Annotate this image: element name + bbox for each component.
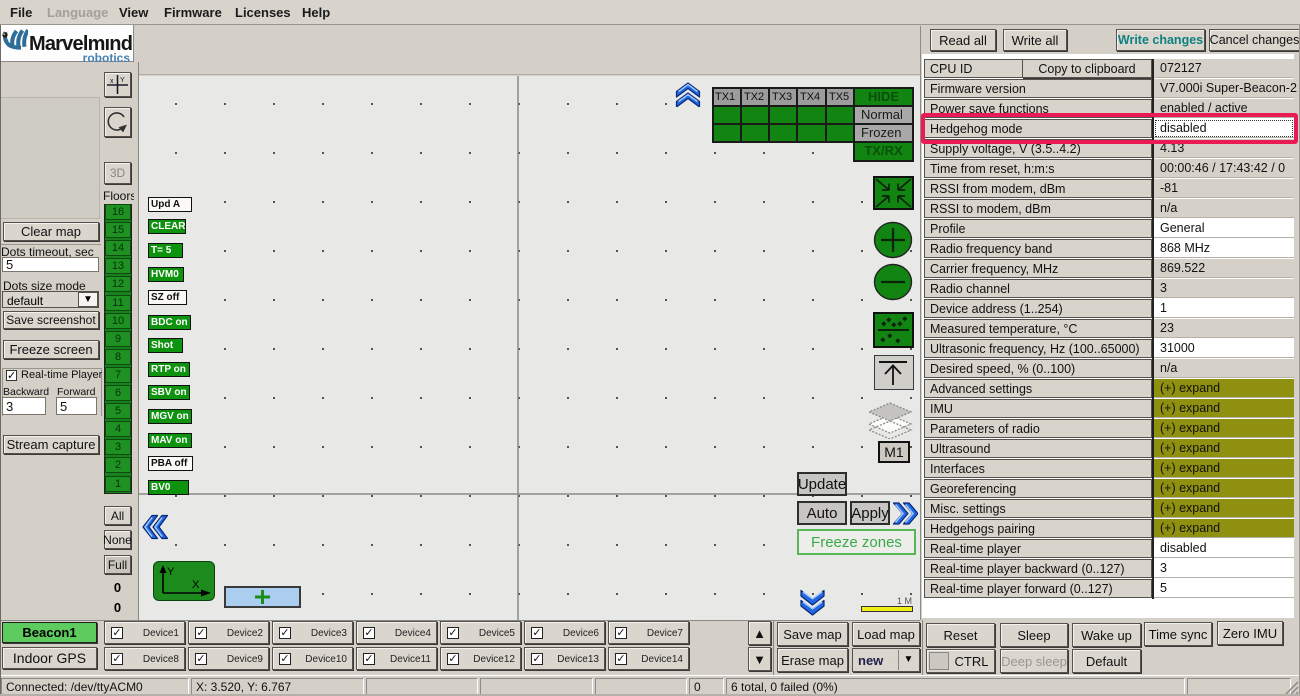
svg-text:Y: Y: [167, 566, 175, 578]
svg-text:X: X: [192, 579, 200, 591]
svg-text:Y: Y: [120, 77, 125, 84]
svg-text:x: x: [110, 78, 114, 85]
